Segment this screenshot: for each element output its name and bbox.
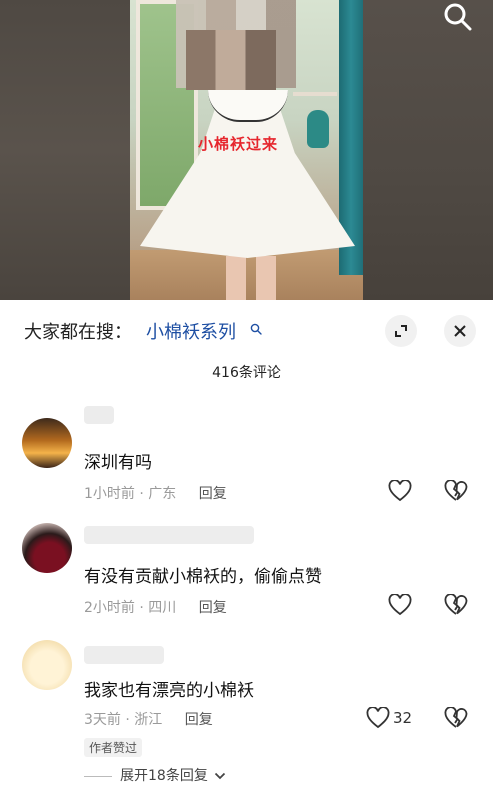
comment-time: 2小时前 (84, 600, 135, 616)
comment-text: 有没有贡献小棉袄的，偷偷点赞 (84, 567, 322, 587)
comment-text: 深圳有吗 (84, 453, 152, 473)
expand-button[interactable] (385, 315, 417, 347)
avatar[interactable] (22, 640, 72, 690)
close-icon (454, 325, 466, 337)
video-blur-right (363, 0, 493, 300)
comment-meta: 3天前 · 浙江 回复 (84, 709, 213, 729)
meta-separator: · (139, 600, 149, 616)
comment-sheet: 大家都在搜： 小棉袄系列 416条评论 深圳有吗 1小时前 · 广东 回复 有没… (0, 300, 493, 800)
author-liked-badge: 作者赞过 (84, 738, 143, 757)
comment-location: 四川 (148, 600, 177, 616)
comment-location: 浙江 (134, 712, 163, 728)
search-suggestion-link[interactable]: 小棉袄系列 (146, 318, 236, 344)
meta-separator: · (139, 486, 149, 502)
username-blurred[interactable] (84, 526, 254, 544)
reply-button[interactable]: 回复 (185, 712, 213, 728)
expand-icon (395, 325, 407, 337)
expand-replies-button[interactable]: 展开18条回复 (84, 765, 226, 785)
divider-line (84, 775, 112, 777)
vase-decor (307, 110, 329, 148)
heart-icon[interactable] (366, 707, 390, 729)
expand-replies-label: 展开18条回复 (120, 768, 208, 784)
avatar[interactable] (22, 523, 72, 573)
comment-count: 416条评论 (212, 365, 281, 381)
username-blurred[interactable] (84, 646, 164, 664)
comment-meta: 2小时前 · 四川 回复 (84, 597, 227, 617)
comment-item: 深圳有吗 1小时前 · 广东 回复 (0, 400, 493, 510)
search-icon[interactable] (250, 320, 262, 335)
meta-separator: · (125, 712, 135, 728)
search-icon[interactable] (443, 2, 473, 32)
comment-item: 我家也有漂亮的小棉袄 3天前 · 浙江 回复 32 作者赞过 展开18条回复 (0, 638, 493, 800)
heart-icon[interactable] (388, 480, 412, 502)
sheet-header: 大家都在搜： 小棉袄系列 (24, 315, 476, 348)
comment-item: 有没有贡献小棉袄的，偷偷点赞 2小时前 · 四川 回复 (0, 518, 493, 628)
comment-time: 3天前 (84, 712, 121, 728)
video-blur-left (0, 0, 130, 300)
pixelated-face-inner (186, 30, 276, 90)
broken-heart-icon[interactable] (444, 480, 468, 502)
comment-location: 广东 (148, 486, 177, 502)
heart-icon[interactable] (388, 594, 412, 616)
avatar[interactable] (22, 418, 72, 468)
chevron-down-icon (215, 772, 226, 780)
broken-heart-icon[interactable] (444, 707, 468, 729)
broken-heart-icon[interactable] (444, 594, 468, 616)
comment-meta: 1小时前 · 广东 回复 (84, 483, 227, 503)
video-player[interactable]: 小棉袄过来 (0, 0, 493, 300)
legs-figure (226, 256, 276, 300)
reply-button[interactable]: 回复 (199, 600, 227, 616)
comment-text: 我家也有漂亮的小棉袄 (84, 681, 254, 701)
video-frame: 小棉袄过来 (130, 0, 363, 300)
shelf-decor (293, 92, 337, 96)
close-button[interactable] (444, 315, 476, 347)
video-overlay-text: 小棉袄过来 (198, 135, 279, 153)
username-blurred[interactable] (84, 406, 114, 424)
search-suggestion-prefix: 大家都在搜： (24, 322, 132, 343)
reply-button[interactable]: 回复 (199, 486, 227, 502)
comment-time: 1小时前 (84, 486, 135, 502)
like-count: 32 (393, 709, 413, 727)
